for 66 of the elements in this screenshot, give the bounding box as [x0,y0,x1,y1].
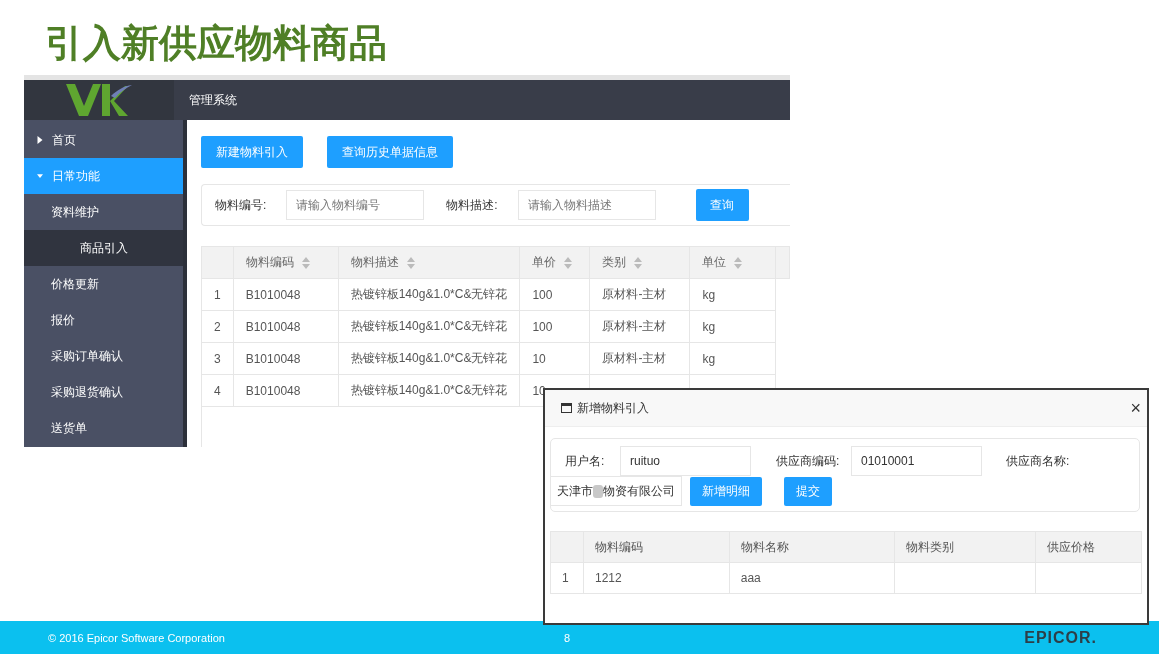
table-cell: 热镀锌板140g&1.0*C&无锌花 [338,310,520,343]
table-cell: aaa [729,562,895,594]
column-header[interactable]: 物料描述 [338,246,520,279]
table-cell: B1010048 [233,278,339,311]
sidebar-item[interactable]: 资料维护 [24,194,183,230]
input-field[interactable]: 天津市 物资有限公司 [550,476,682,506]
table-cell: kg [689,342,776,375]
table-cell: B1010048 [233,342,339,375]
row-number: 4 [201,374,234,407]
column-header[interactable]: 物料编码 [233,246,339,279]
input-field[interactable]: 请输入物料编号 [286,190,425,220]
table-cell: kg [689,278,776,311]
row-number: 1 [550,562,584,594]
column-header: 物料编码 [583,531,730,563]
sidebar-item[interactable]: 送货单 [24,410,183,446]
table-cell: 100 [519,310,590,343]
sidebar-item[interactable]: 价格更新 [24,266,183,302]
field-label: 物料描述: [446,196,498,214]
column-header: 供应价格 [1035,531,1142,563]
sidebar-item[interactable]: 首页 [24,122,183,158]
table-cell: 10 [519,342,590,375]
sort-icon [301,256,310,269]
table-cell: 热镀锌板140g&1.0*C&无锌花 [338,374,520,407]
brand-logo: EPICOR. [1024,628,1097,647]
caret-right-icon [37,136,43,144]
table-cell: B1010048 [233,310,339,343]
table-cell: 100 [519,278,590,311]
input-field[interactable]: 请输入物料描述 [517,190,656,220]
app-title: 管理系统 [189,91,237,109]
sidebar-item[interactable]: 商品引入 [24,230,183,266]
column-header: 物料名称 [729,531,895,563]
sort-icon [406,256,415,269]
column-header: 物料类别 [894,531,1036,563]
table-cell: kg [689,310,776,343]
sidebar-item[interactable]: 报价 [24,302,183,338]
table-cell: 原材料-主材 [589,342,690,375]
table-cell: 1212 [583,562,730,594]
input-field[interactable]: ruituo [620,446,751,476]
row-number: 1 [201,278,234,311]
column-header[interactable]: 类别 [589,246,690,279]
logo-icon [66,84,132,116]
table-cell: B1010048 [233,374,339,407]
table-cell: 原材料-主材 [589,278,690,311]
sidebar-item[interactable]: 采购退货确认 [24,374,183,410]
field-label: 用户名: [565,452,606,470]
copyright-text: © 2016 Epicor Software Corporation [48,631,226,644]
row-number: 2 [201,310,234,343]
column-header[interactable]: 单位 [689,246,776,279]
sort-icon [734,256,743,269]
field-label: 供应商名称: [1006,452,1070,470]
window-icon [561,403,572,413]
close-button[interactable]: × [1124,397,1147,419]
sort-icon [564,256,573,269]
input-field[interactable]: 01010001 [851,446,982,476]
table-cell: 热镀锌板140g&1.0*C&无锌花 [338,342,520,375]
sort-icon [634,256,643,269]
field-label: 供应商编码: [776,452,841,470]
slide-title: 引入新供应物料商品 [45,20,387,67]
field-label: 物料编号: [215,196,267,214]
row-number: 3 [201,342,234,375]
caret-down-icon [37,172,43,180]
sidebar-item[interactable]: 采购订单确认 [24,338,183,374]
page-number: 8 [564,631,572,644]
table-cell: 原材料-主材 [589,310,690,343]
column-header[interactable]: 单价 [519,246,590,279]
table-cell: 热镀锌板140g&1.0*C&无锌花 [338,278,520,311]
